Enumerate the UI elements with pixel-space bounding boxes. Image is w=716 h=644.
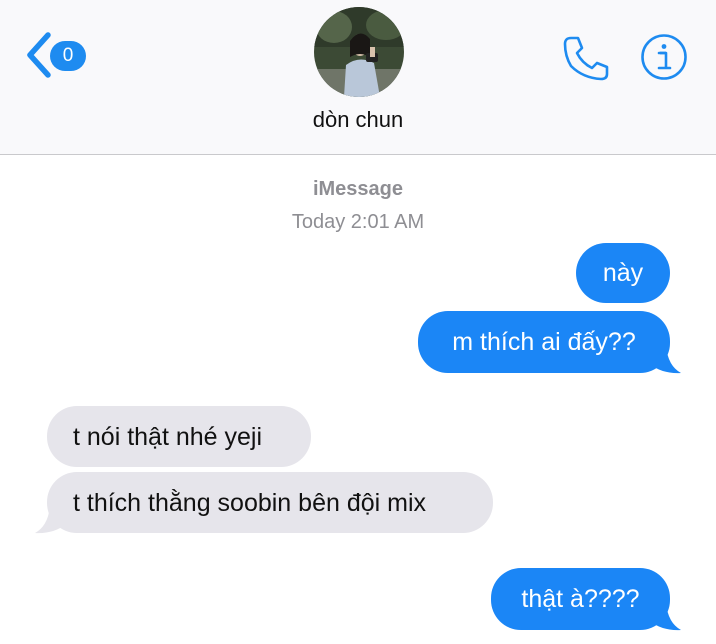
contact-avatar[interactable] [314, 7, 404, 97]
bubble-tail [35, 506, 66, 534]
bubble-tail [650, 603, 681, 631]
message-text: t thích thằng soobin bên đội mix [73, 489, 427, 517]
phone-icon [563, 36, 609, 81]
messages-screen: 0 dòn chun iMessage Today 2:01 AM này m … [0, 0, 716, 644]
contact-name[interactable]: dòn chun [0, 107, 716, 133]
message-bubble-sent[interactable]: này [576, 243, 670, 303]
info-button[interactable] [640, 33, 688, 81]
unread-count-badge: 0 [50, 41, 86, 71]
message-bubble-received[interactable]: t thích thằng soobin bên đội mix [47, 472, 493, 533]
message-text: thật à???? [521, 585, 640, 613]
message-text: m thích ai đấy?? [452, 328, 636, 356]
message-text: này [602, 259, 644, 287]
message-bubble-received[interactable]: t nói thật nhé yeji [47, 406, 311, 467]
back-button[interactable]: 0 [24, 32, 94, 78]
service-label: iMessage [312, 178, 404, 200]
info-icon [641, 34, 687, 80]
message-bubble-sent[interactable]: m thích ai đấy?? [418, 311, 670, 373]
avatar-photo [314, 7, 404, 97]
message-timestamp: Today 2:01 AM [291, 211, 425, 233]
conversation-header: 0 dòn chun [0, 0, 716, 155]
bubble-tail [650, 346, 681, 374]
message-bubble-sent[interactable]: thật à???? [491, 568, 670, 630]
call-button[interactable] [561, 34, 611, 82]
message-text: t nói thật nhé yeji [73, 423, 263, 451]
